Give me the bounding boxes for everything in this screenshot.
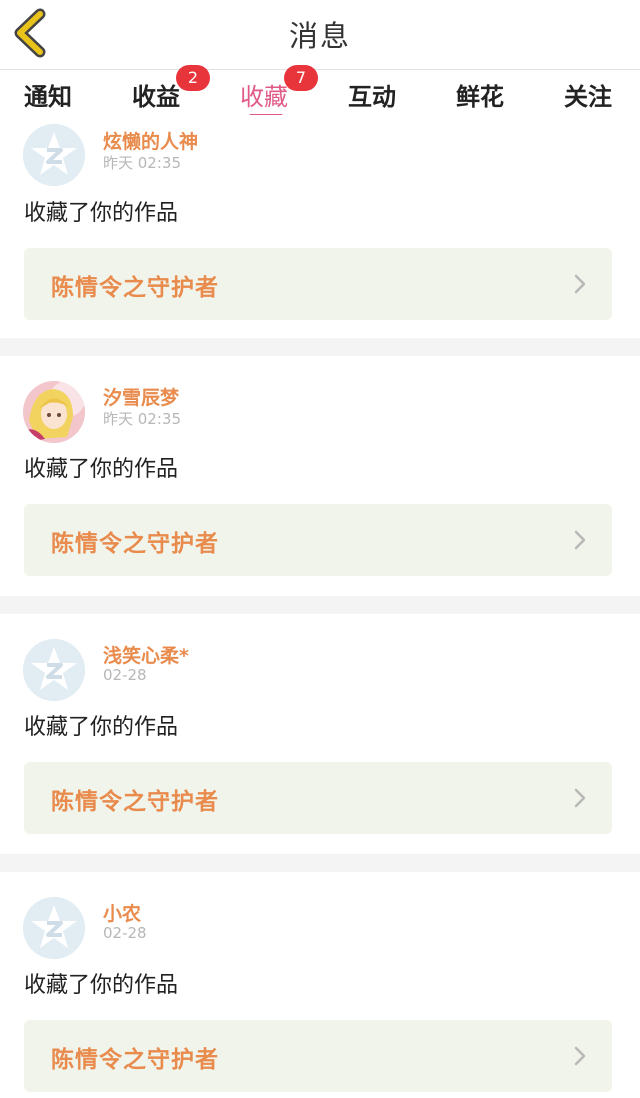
username[interactable]: 汐雪辰梦 bbox=[103, 383, 179, 410]
default-qq-avatar-icon bbox=[23, 124, 85, 186]
anime-girl-avatar bbox=[23, 381, 85, 443]
tab-label: 鲜花 bbox=[456, 83, 504, 111]
tab-follows[interactable]: 关注 bbox=[538, 77, 638, 112]
tab-notifications[interactable]: 通知 bbox=[0, 77, 98, 112]
tab-label: 互动 bbox=[348, 83, 396, 111]
tab-label: 通知 bbox=[24, 83, 72, 111]
avatar[interactable] bbox=[23, 381, 85, 443]
tab-label: 关注 bbox=[564, 83, 612, 111]
chevron-right-icon bbox=[574, 530, 586, 550]
chevron-right-icon bbox=[574, 274, 586, 294]
tab-favorites[interactable]: 收藏 7 bbox=[214, 65, 318, 112]
avatar[interactable] bbox=[23, 639, 85, 701]
username[interactable]: 炫懒的人神 bbox=[103, 127, 198, 154]
tab-earnings[interactable]: 收益 2 bbox=[106, 65, 210, 112]
work-title: 陈情令之守护者 bbox=[51, 531, 219, 557]
work-title: 陈情令之守护者 bbox=[51, 789, 219, 815]
work-card[interactable]: 陈情令之守护者 bbox=[24, 1020, 612, 1092]
timestamp: 昨天 02:35 bbox=[103, 410, 181, 428]
list-item: 浅笑心柔* 02-28 收藏了你的作品 陈情令之守护者 bbox=[0, 614, 640, 834]
action-text: 收藏了你的作品 bbox=[24, 715, 179, 740]
work-card[interactable]: 陈情令之守护者 bbox=[24, 504, 612, 576]
action-text: 收藏了你的作品 bbox=[24, 201, 179, 226]
avatar[interactable] bbox=[23, 897, 85, 959]
action-text: 收藏了你的作品 bbox=[24, 973, 179, 998]
chevron-right-icon bbox=[574, 788, 586, 808]
count-badge: 7 bbox=[284, 65, 318, 91]
count-badge: 2 bbox=[176, 65, 210, 91]
work-title: 陈情令之守护者 bbox=[51, 275, 219, 301]
username[interactable]: 小农 bbox=[103, 899, 141, 926]
tab-interactions[interactable]: 互动 bbox=[322, 77, 422, 112]
list-item: 小农 02-28 收藏了你的作品 陈情令之守护者 bbox=[0, 872, 640, 1092]
tab-flowers[interactable]: 鲜花 bbox=[430, 77, 530, 112]
list-item: 汐雪辰梦 昨天 02:35 收藏了你的作品 陈情令之守护者 bbox=[0, 356, 640, 576]
timestamp: 02-28 bbox=[103, 924, 147, 942]
tab-label: 收益 bbox=[132, 83, 180, 111]
action-text: 收藏了你的作品 bbox=[24, 457, 179, 482]
timestamp: 昨天 02:35 bbox=[103, 154, 181, 172]
default-qq-avatar-icon bbox=[23, 897, 85, 959]
timestamp: 02-28 bbox=[103, 666, 147, 684]
work-card[interactable]: 陈情令之守护者 bbox=[24, 248, 612, 320]
divider bbox=[0, 596, 640, 614]
page-title: 消息 bbox=[288, 19, 351, 53]
avatar[interactable] bbox=[23, 124, 85, 186]
divider bbox=[0, 854, 640, 872]
divider bbox=[0, 338, 640, 356]
username[interactable]: 浅笑心柔* bbox=[103, 641, 189, 668]
work-card[interactable]: 陈情令之守护者 bbox=[24, 762, 612, 834]
chevron-right-icon bbox=[574, 1046, 586, 1066]
list-item: 炫懒的人神 昨天 02:35 收藏了你的作品 陈情令之守护者 bbox=[0, 115, 640, 330]
tab-label: 收藏 bbox=[240, 83, 288, 111]
default-qq-avatar-icon bbox=[23, 639, 85, 701]
top-bar: 消息 bbox=[0, 0, 640, 70]
work-title: 陈情令之守护者 bbox=[51, 1047, 219, 1073]
